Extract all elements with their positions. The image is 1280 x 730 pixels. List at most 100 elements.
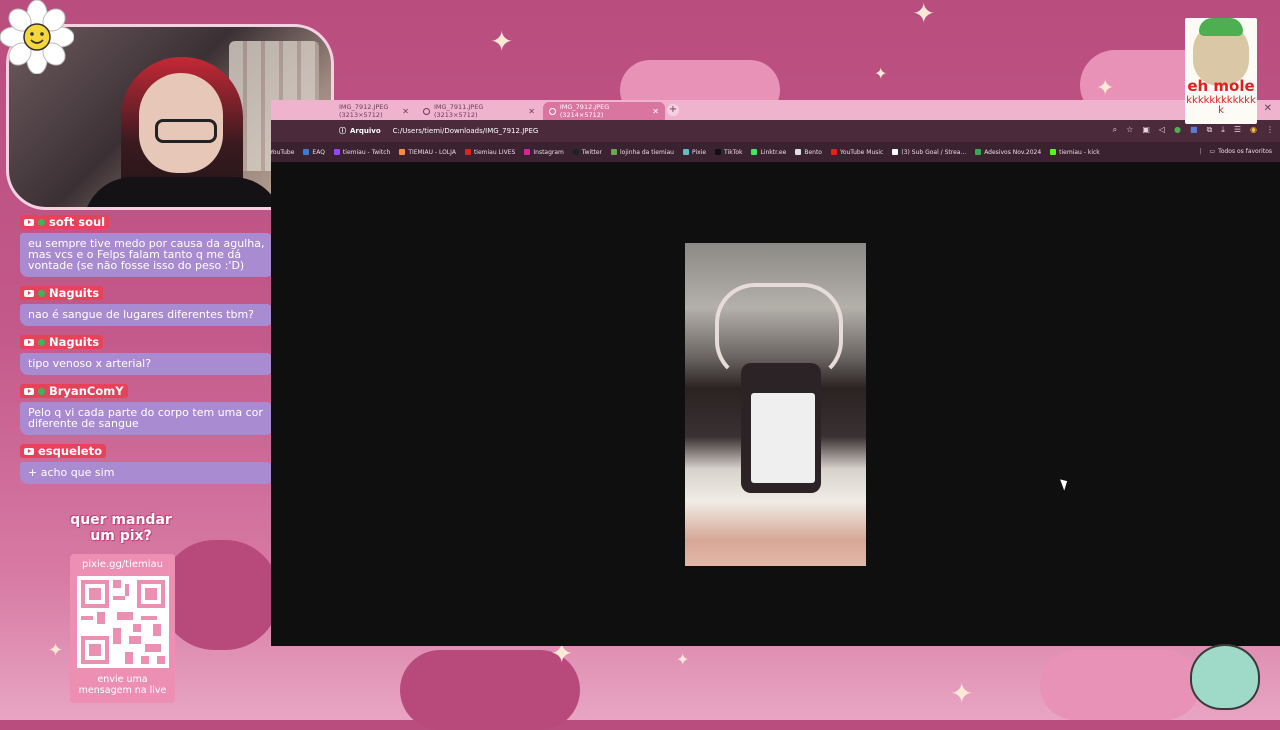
chat-message: soft soul eu sempre tive medo por causa …: [20, 214, 292, 277]
bookmark-item[interactable]: TIEMIAU - LOLJA: [399, 149, 456, 156]
bookmark-label: lojinha da tiemiau: [620, 148, 674, 156]
toolbar-icons: ⌕ ☆ ▣ ◁ ● ■ ⧉ ⤓ ☰ ◉ ⋮: [1113, 125, 1274, 135]
bookmark-star-icon[interactable]: ☆: [1126, 125, 1133, 135]
bookmark-label: tiemiau - Twitch: [342, 148, 391, 156]
reading-list-icon[interactable]: ☰: [1234, 125, 1241, 135]
status-dot: [38, 338, 45, 346]
bookmark-favicon-icon: [1050, 149, 1057, 155]
pix-url: pixie.gg/tiemiau: [81, 559, 164, 570]
meme-sticker: eh mole kkkkkkkkkkkkk: [1185, 18, 1257, 124]
download-icon[interactable]: ⤓: [1221, 125, 1225, 135]
chat-message: esqueleto + acho que sim: [20, 443, 292, 484]
meme-laugh: kkkkkkkkkkkkk: [1186, 95, 1256, 116]
url-text: C:/Users/tiemi/Downloads/IMG_7912.JPEG: [392, 127, 539, 135]
bookmark-item[interactable]: Adesivos Nov.2024: [975, 149, 1041, 156]
bookmark-label: tiemiau LIVES: [473, 148, 516, 156]
divider: |: [1199, 148, 1202, 155]
youtube-icon: [24, 447, 34, 455]
tab-img-7912-active[interactable]: IMG_7912.JPEG (3214×5712) ✕: [543, 102, 665, 120]
bookmark-item[interactable]: YouTube: [271, 149, 294, 156]
bookmark-label: YouTube: [271, 148, 295, 156]
streamer-glasses: [155, 119, 217, 143]
bookmark-item[interactable]: tiemiau LIVES: [464, 148, 516, 156]
close-icon[interactable]: ✕: [402, 107, 409, 116]
bookmark-item[interactable]: (3) Sub Goal / Strea...: [892, 149, 966, 156]
bookmark-item[interactable]: tiemiau - Twitch: [333, 148, 391, 156]
bookmark-favicon-icon: [715, 149, 722, 155]
zoom-icon[interactable]: ⌕: [1113, 125, 1117, 135]
pix-title: quer mandar um pix?: [70, 512, 172, 544]
bookmark-favicon-icon: [892, 149, 899, 155]
sparkle-icon: ✦: [1096, 76, 1115, 101]
blood-bag-photo: [685, 243, 866, 566]
profile-avatar-icon[interactable]: ◉: [1250, 125, 1257, 135]
bookmark-item[interactable]: Twitter: [572, 149, 602, 156]
youtube-icon: [24, 289, 34, 297]
mute-icon[interactable]: ◁: [1159, 125, 1165, 135]
address-bar[interactable]: ⓘ Arquivo C:/Users/tiemi/Downloads/IMG_79…: [271, 120, 1280, 142]
new-tab-button[interactable]: +: [667, 104, 679, 116]
meme-title: eh mole: [1187, 77, 1255, 95]
qr-code-graphic: [76, 576, 169, 668]
extension-icon[interactable]: ▣: [1142, 125, 1150, 135]
window-close-icon[interactable]: ✕: [1264, 103, 1272, 114]
chat-message: BryanComY Pelo q vi cada parte do corpo …: [20, 383, 292, 435]
bookmark-favicon-icon: [682, 149, 689, 155]
puzzle-icon[interactable]: ⧉: [1207, 125, 1213, 135]
info-icon: ⓘ: [339, 127, 346, 135]
bookmark-label: tiemiau - kick: [1059, 148, 1100, 156]
bookmark-favicon-icon: [399, 149, 406, 155]
tab-img-7912-a[interactable]: IMG_7912.JPEG (3213×5712) ✕: [333, 102, 415, 120]
qr-code: [76, 576, 169, 668]
bookmark-label: YouTube Music: [839, 148, 884, 156]
bookmark-label: Bento: [804, 148, 822, 156]
bookmark-favicon-icon: [611, 149, 618, 155]
bookmark-item[interactable]: lojinha da tiemiau: [611, 149, 674, 156]
close-icon[interactable]: ✕: [528, 107, 535, 116]
bookmarks-bar: YouTube EAQ tiemiau - Twitch TIEMIAU - LOLJ…: [271, 142, 1280, 162]
mouse-cursor: [1060, 477, 1070, 491]
status-dot: [38, 289, 45, 297]
pix-footer: envie uma mensagem na live: [78, 674, 167, 696]
bookmark-item[interactable]: YouTube Music: [830, 148, 884, 156]
menu-icon[interactable]: ⋮: [1266, 125, 1274, 135]
chat-text: + acho que sim: [20, 462, 274, 484]
bookmark-label: Instagram: [533, 148, 564, 156]
folder-icon: ▭: [1209, 148, 1216, 155]
bookmark-item[interactable]: tiemiau - kick: [1050, 149, 1100, 156]
bookmark-item[interactable]: Bento: [795, 149, 822, 156]
bookmark-label: (3) Sub Goal / Strea...: [901, 148, 967, 156]
bookmark-favicon-icon: [751, 149, 758, 155]
chat-text: eu sempre tive medo por causa da agulha,…: [20, 233, 274, 277]
browser-window: IMG_7912.JPEG (3213×5712) ✕ IMG_7911.JPEG…: [271, 100, 1280, 646]
bookmark-item[interactable]: Pixie: [682, 148, 707, 156]
extension-icon[interactable]: ●: [1174, 125, 1181, 135]
bookmark-item[interactable]: Linktr.ee: [751, 149, 786, 156]
all-favorites-button[interactable]: | ▭ Todos os favoritos: [1199, 148, 1272, 155]
status-dot: [38, 387, 45, 395]
bookmark-item[interactable]: TikTok: [715, 149, 742, 156]
bookmark-item[interactable]: Instagram: [524, 149, 564, 156]
sparkle-icon: ✦: [48, 640, 64, 661]
bookmark-label: Pixie: [691, 148, 707, 156]
chat-text: Pelo q vi cada parte do corpo tem uma co…: [20, 402, 274, 435]
username-chip: Naguits: [20, 286, 104, 300]
bookmark-favicon-icon: [795, 149, 802, 155]
username-chip: BryanComY: [20, 384, 128, 398]
chat-panel: soft soul eu sempre tive medo por causa …: [20, 214, 292, 492]
image-viewer: [271, 162, 1280, 646]
bookmark-item[interactable]: EAQ: [303, 149, 325, 156]
bookmark-favicon-icon: [524, 149, 531, 155]
tab-img-7911[interactable]: IMG_7911.JPEG (3213×5712) ✕: [417, 102, 541, 120]
bookmark-label: Adesivos Nov.2024: [984, 148, 1042, 156]
close-icon[interactable]: ✕: [652, 107, 659, 116]
tab-label: IMG_7912.JPEG (3214×5712): [559, 103, 610, 119]
extension-icon[interactable]: ■: [1190, 125, 1198, 135]
bookmark-label: TikTok: [724, 148, 743, 156]
tab-label: IMG_7911.JPEG (3213×5712): [433, 103, 484, 119]
bookmark-label: Linktr.ee: [760, 148, 787, 156]
username-chip: esqueleto: [20, 444, 107, 458]
sparkle-icon: ✦: [950, 677, 974, 710]
sparkle-icon: ✦: [490, 25, 514, 58]
chat-text: nao é sangue de lugares diferentes tbm?: [20, 304, 274, 326]
